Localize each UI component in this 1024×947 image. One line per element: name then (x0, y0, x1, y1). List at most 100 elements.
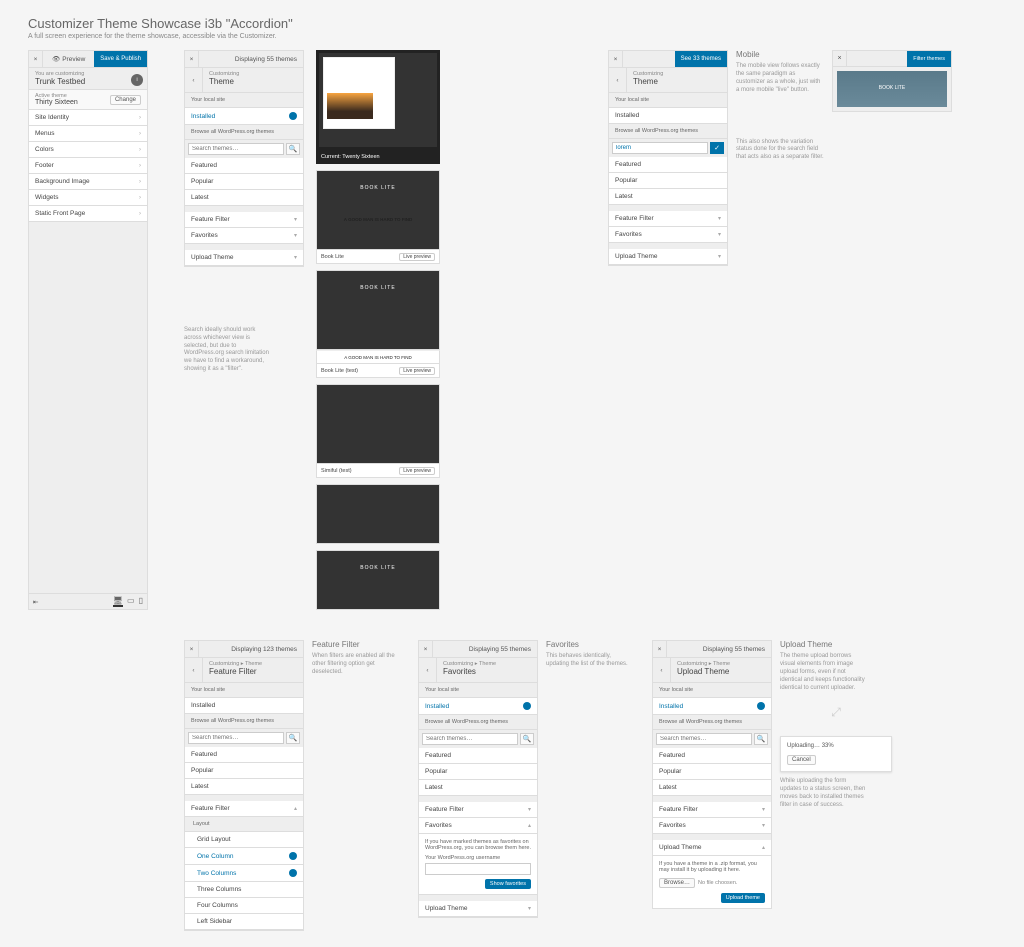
eye-icon: 👁 (52, 55, 60, 63)
theme-name: Current: Twenty Sixteen (321, 154, 380, 160)
upload-theme[interactable]: Upload Theme▾ (185, 250, 303, 266)
back-button[interactable]: ‹ (419, 658, 437, 682)
live-preview-button[interactable]: Live preview (399, 253, 435, 261)
favorites[interactable]: Favorites▾ (609, 227, 727, 243)
section-widgets[interactable]: Widgets› (29, 190, 147, 206)
theme-grid: Current: Twenty Sixteen BOOK LITEA GOOD … (312, 50, 572, 610)
upload-desc: If you have a theme in a .zip format, yo… (659, 861, 765, 873)
search-input[interactable] (612, 142, 708, 154)
preview-toggle[interactable]: 👁Preview (43, 51, 94, 67)
filter-featured[interactable]: Featured (609, 157, 727, 173)
filter-popular[interactable]: Popular (609, 173, 727, 189)
feature-filter[interactable]: Feature Filter▾ (185, 212, 303, 228)
theme-name: Simiful (test) (321, 468, 352, 474)
theme-count: Displaying 55 themes (199, 51, 303, 67)
info-icon[interactable]: i (131, 74, 143, 86)
back-button[interactable]: ‹ (185, 658, 203, 682)
close-icon[interactable]: × (653, 641, 667, 657)
search-icon[interactable]: 🔍 (754, 733, 768, 745)
see-themes-button[interactable]: See 33 themes (675, 51, 727, 67)
back-button[interactable]: ‹ (653, 658, 671, 682)
filter-installed[interactable]: Installed (653, 698, 771, 715)
theme-card-current[interactable]: Current: Twenty Sixteen (316, 50, 440, 164)
username-input[interactable] (425, 863, 531, 875)
username-label: Your WordPress.org username (425, 855, 531, 861)
back-button[interactable]: ‹ (185, 68, 203, 92)
filter-themes-button[interactable]: Filter themes (907, 51, 951, 67)
device-desktop-icon[interactable]: 🖥 (113, 596, 123, 607)
section-bg-image[interactable]: Background Image› (29, 174, 147, 190)
filter-latest[interactable]: Latest (185, 190, 303, 206)
collapse-icon[interactable]: ⇤ (33, 598, 38, 606)
filter-featured[interactable]: Featured (185, 158, 303, 174)
chevron-right-icon: › (139, 115, 141, 121)
save-publish-button[interactable]: Save & Publish (94, 51, 147, 67)
section-static-front[interactable]: Static Front Page› (29, 206, 147, 222)
mobile-preview-card: × Filter themes BOOK LITE (832, 50, 952, 112)
section-menus[interactable]: Menus› (29, 126, 147, 142)
favorites[interactable]: Favorites▾ (185, 228, 303, 244)
opt-left-sidebar[interactable]: Left Sidebar (185, 914, 303, 930)
search-input[interactable] (188, 732, 284, 744)
theme-card[interactable]: BOOK LITE A GOOD MAN IS HARD TO FIND Boo… (316, 270, 440, 378)
live-preview-button[interactable]: Live preview (399, 367, 435, 375)
close-icon[interactable]: × (185, 641, 199, 657)
close-icon[interactable]: × (29, 51, 43, 67)
show-favorites-button[interactable]: Show favorites (485, 879, 531, 889)
section-site-identity[interactable]: Site Identity› (29, 110, 147, 126)
search-note: Search ideally should work across whiche… (184, 327, 272, 374)
panel-upload: ×Displaying 55 themes ‹Customizing ▸ The… (652, 640, 772, 909)
theme-card[interactable]: BOOK LITE (316, 550, 440, 610)
filter-latest[interactable]: Latest (609, 189, 727, 205)
feature-filter-note: Feature FilterWhen filters are enabled a… (312, 640, 400, 677)
opt-one-col[interactable]: One Column (185, 848, 303, 865)
favorites-desc: If you have marked themes as favorites o… (425, 839, 531, 851)
browse-file-button[interactable]: Browse… (659, 878, 695, 888)
feature-filter[interactable]: Feature Filter▾ (609, 211, 727, 227)
search-input[interactable] (656, 733, 752, 745)
search-active-icon[interactable]: ✓ (710, 142, 724, 154)
favorites-open[interactable]: Favorites▴ (419, 818, 537, 834)
theme-name: Book Lite (test) (321, 368, 358, 374)
theme-card[interactable]: Simiful (test) Live preview (316, 384, 440, 478)
search-input[interactable] (422, 733, 518, 745)
close-icon[interactable]: × (609, 51, 623, 67)
opt-four-col[interactable]: Four Columns (185, 898, 303, 914)
browse-header: Browse all WordPress.org themes (185, 125, 303, 140)
search-input[interactable] (188, 143, 284, 155)
change-theme-button[interactable]: Change (110, 95, 141, 105)
device-tablet-icon[interactable]: ▭ (127, 596, 135, 607)
live-preview-button[interactable]: Live preview (399, 467, 435, 475)
theme-card[interactable]: BOOK LITEA GOOD MAN IS HARD TO FIND Book… (316, 170, 440, 264)
opt-grid[interactable]: Grid Layout (185, 832, 303, 848)
filter-installed[interactable]: Installed (185, 108, 303, 125)
device-mobile-icon[interactable]: ▯ (139, 596, 143, 607)
filter-installed[interactable]: Installed (609, 108, 727, 124)
panel-title: Theme (209, 77, 297, 86)
upload-open[interactable]: Upload Theme▴ (653, 840, 771, 856)
theme-card[interactable] (316, 484, 440, 544)
close-icon[interactable]: × (185, 51, 199, 67)
filter-installed[interactable]: Installed (419, 698, 537, 715)
close-icon[interactable]: × (419, 641, 433, 657)
page-title: Customizer Theme Showcase i3b "Accordion… (28, 16, 996, 31)
close-icon[interactable]: × (833, 51, 847, 67)
filter-installed[interactable]: Installed (185, 698, 303, 714)
section-footer[interactable]: Footer› (29, 158, 147, 174)
upload-note-2: While uploading the form updates to a st… (780, 778, 868, 809)
favorites-note: FavoritesThis behaves identically, updat… (546, 640, 634, 669)
section-colors[interactable]: Colors› (29, 142, 147, 158)
back-button[interactable]: ‹ (609, 68, 627, 92)
cancel-upload-button[interactable]: Cancel (787, 755, 816, 765)
search-icon[interactable]: 🔍 (520, 733, 534, 745)
filter-popular[interactable]: Popular (185, 174, 303, 190)
search-icon[interactable]: 🔍 (286, 732, 300, 744)
upload-theme[interactable]: Upload Theme▾ (609, 249, 727, 265)
search-icon[interactable]: 🔍 (286, 143, 300, 155)
panel-feature-filter: ×Displaying 123 themes ‹Customizing ▸ Th… (184, 640, 304, 931)
local-header: Your local site (185, 93, 303, 108)
feature-filter-open[interactable]: Feature Filter▴ (185, 801, 303, 817)
upload-theme-button[interactable]: Upload theme (721, 893, 765, 903)
opt-three-col[interactable]: Three Columns (185, 882, 303, 898)
opt-two-col[interactable]: Two Columns (185, 865, 303, 882)
